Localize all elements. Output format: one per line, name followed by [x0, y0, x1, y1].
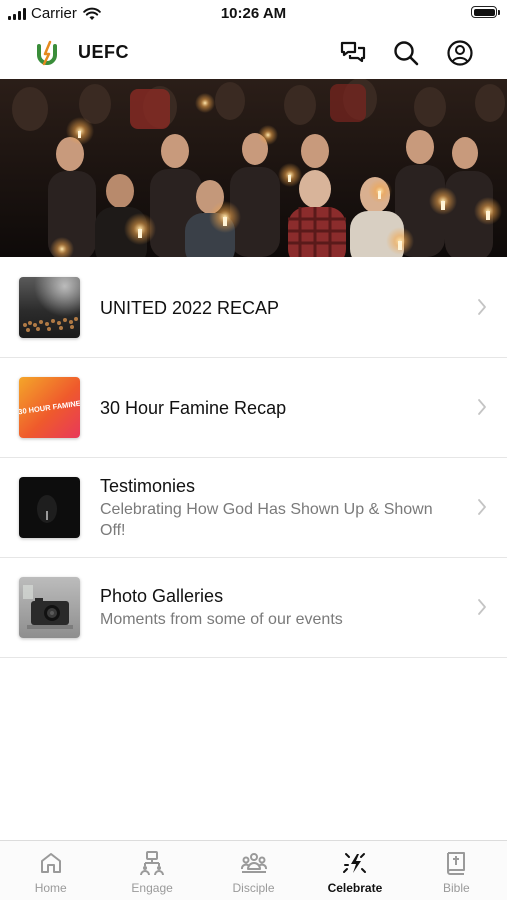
list-item-united-2022-recap[interactable]: UNITED 2022 RECAP: [0, 258, 507, 358]
list-item-subtitle: Moments from some of our events: [100, 611, 343, 628]
tab-label: Bible: [442, 881, 470, 895]
crowd-photo: [19, 277, 80, 338]
hero-banner[interactable]: [0, 79, 507, 257]
famine-recap-thumbnail: 30 HOUR FAMINE: [19, 377, 80, 438]
list-item-text: 30 Hour Famine Recap: [100, 358, 457, 457]
list-item-text: UNITED 2022 RECAP: [100, 258, 457, 357]
list-item-photo-galleries[interactable]: Photo Galleries Moments from some of our…: [0, 558, 507, 658]
disciple-icon: [240, 853, 267, 873]
screen: Carrier 10:26 AM UEFC UNITED 2022 RECAP …: [0, 0, 507, 900]
tab-label: Disciple: [232, 881, 275, 895]
candlelight-congregation-photo: [0, 79, 507, 257]
chevron-right-icon: [478, 299, 486, 315]
list-item-text: Testimonies Celebrating How God Has Show…: [100, 458, 457, 557]
content-list: UNITED 2022 RECAP 30 HOUR FAMINE 30 Hour…: [0, 258, 507, 658]
battery-icon: [471, 6, 500, 18]
status-time: 10:26 AM: [220, 5, 287, 22]
list-item-30-hour-famine-recap[interactable]: 30 HOUR FAMINE 30 Hour Famine Recap: [0, 358, 507, 458]
list-item-title: UNITED 2022 RECAP: [100, 297, 280, 318]
app-title: UEFC: [78, 42, 129, 62]
dark-figure-photo: [19, 477, 80, 538]
chevron-right-icon: [478, 599, 486, 615]
chevron-right-icon: [478, 499, 486, 515]
famine-graphic: 30 HOUR FAMINE: [19, 377, 80, 438]
celebrate-icon: [342, 853, 366, 873]
photo-galleries-thumbnail: [19, 577, 80, 638]
bible-icon: [447, 852, 466, 875]
profile-button[interactable]: [445, 38, 475, 68]
search-icon: [394, 41, 419, 66]
app-header: UEFC: [0, 28, 507, 78]
search-button[interactable]: [391, 38, 421, 68]
tab-disciple[interactable]: Disciple: [203, 841, 304, 900]
camera-photo: [19, 577, 80, 638]
chat-button[interactable]: [338, 38, 368, 68]
profile-icon: [447, 40, 473, 66]
chat-icon: [340, 41, 366, 63]
chevron-right-icon: [478, 399, 486, 415]
tab-home[interactable]: Home: [0, 841, 101, 900]
tab-label: Engage: [131, 881, 173, 895]
tab-label: Celebrate: [327, 881, 383, 895]
tab-bar: Home Engage Disciple Celebrate Bible: [0, 840, 507, 900]
tab-label: Home: [34, 881, 67, 895]
tab-engage[interactable]: Engage: [101, 841, 202, 900]
list-item-title: 30 Hour Famine Recap: [100, 397, 287, 418]
list-item-title: Testimonies: [100, 475, 196, 496]
united-recap-thumbnail: [19, 277, 80, 338]
testimonies-thumbnail: [19, 477, 80, 538]
tab-bible[interactable]: Bible: [406, 841, 507, 900]
list-item-subtitle: Celebrating How God Has Shown Up & Shown…: [100, 500, 433, 539]
list-item-title: Photo Galleries: [100, 586, 224, 606]
uefc-logo-icon: [37, 40, 57, 66]
engage-icon: [140, 851, 165, 876]
status-bar: Carrier 10:26 AM: [0, 0, 507, 28]
tab-celebrate[interactable]: Celebrate: [304, 841, 405, 900]
list-item-testimonies[interactable]: Testimonies Celebrating How God Has Show…: [0, 458, 507, 558]
list-item-text: Photo Galleries Moments from some of our…: [100, 558, 457, 657]
home-icon: [40, 853, 61, 873]
